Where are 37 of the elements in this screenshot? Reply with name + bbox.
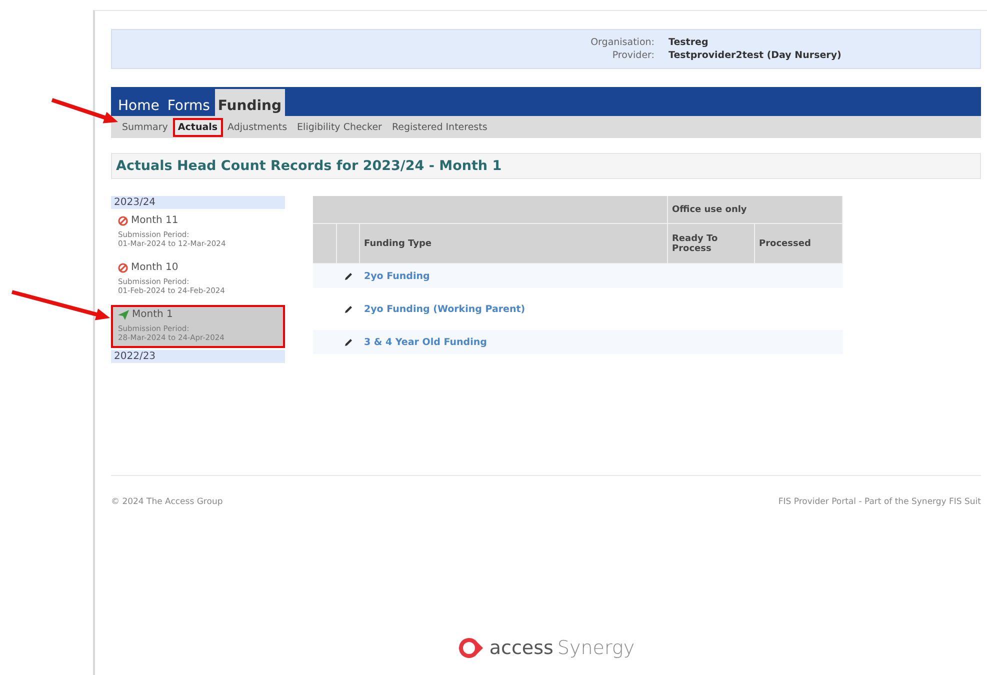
funding-type-link[interactable]: 2yo Funding [364,270,430,282]
paper-plane-icon [118,310,129,320]
logo-icon [457,636,486,660]
pencil-icon[interactable] [344,272,353,280]
logo-brand: access [489,637,554,659]
portal-text: FIS Provider Portal - Part of the Synergy FIS Suit [778,497,981,507]
annotation-arrow [51,98,118,124]
month-label: Month 1 [132,309,173,320]
sub-nav-tab[interactable]: Eligibility Checker [294,120,385,134]
nav-tab[interactable]: Home [115,98,162,116]
sub-nav-tab[interactable]: Registered Interests [388,120,490,134]
page-title: Actuals Head Count Records for 2023/24 - Month 1 [111,153,981,179]
funding-type-link[interactable]: 3 & 4 Year Old Funding [364,336,487,348]
pencil-icon[interactable] [344,304,353,314]
sub-nav-tab[interactable]: Summary [119,120,171,134]
logo-product: Synergy [557,637,635,659]
no-entry-icon [118,262,128,272]
column-header: Processed [755,224,843,264]
column-header: Ready To Process [668,224,755,264]
organisation-name: Testreg [668,37,710,48]
month-label: Month 10 [131,262,178,273]
provider-name: Testprovider2test (Day Nursery) [668,50,842,61]
column-header: Funding Type [360,224,668,264]
nav-tab[interactable]: Funding [214,89,285,116]
copyright-text: © 2024 The Access Group [111,497,223,507]
no-entry-icon [118,216,128,226]
month-label: Month 11 [131,215,178,226]
year-header[interactable]: 2022/23 [111,350,285,363]
funding-type-link[interactable]: 2yo Funding (Working Parent) [364,304,526,314]
pencil-icon[interactable] [344,338,353,346]
year-header[interactable]: 2023/24 [111,196,285,209]
group-header: Office use only [668,196,843,224]
sub-nav-tab[interactable]: Adjustments [224,120,290,134]
organisation-label: Organisation: [590,37,654,48]
provider-label: Provider: [611,50,654,61]
nav-tab[interactable]: Forms [164,98,213,116]
sub-nav-tab[interactable]: Actuals [174,120,221,134]
